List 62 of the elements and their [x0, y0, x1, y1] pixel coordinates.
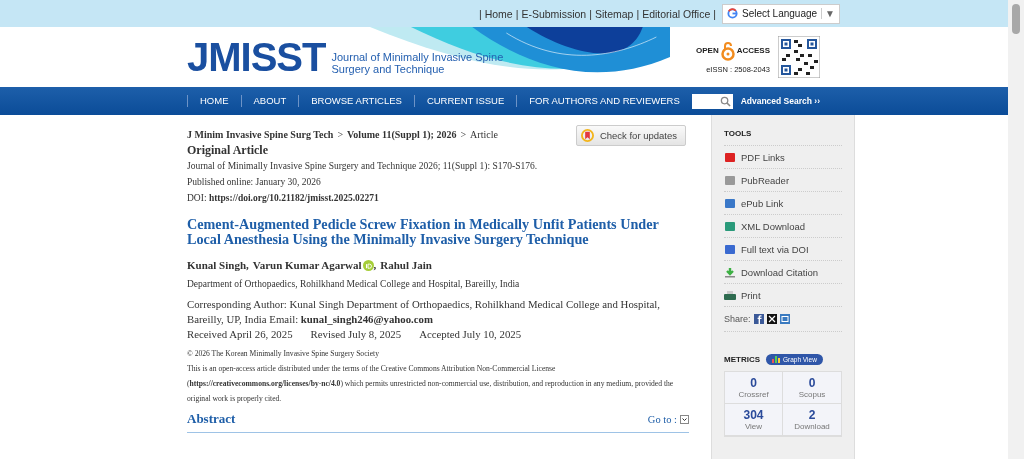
nav-item[interactable]: HOME [187, 95, 241, 107]
breadcrumb-link[interactable]: Article [470, 129, 498, 140]
separator: | [713, 7, 716, 20]
top-link[interactable]: Editorial Office [642, 7, 711, 20]
journal-logo[interactable]: JMISST [187, 37, 326, 77]
metric-label: Scopus [798, 390, 826, 399]
top-link[interactable]: Sitemap [594, 7, 634, 20]
nav-item[interactable]: CURRENT ISSUE [413, 95, 517, 107]
breadcrumb-link[interactable]: Volume 11(Suppl 1); 2026 [347, 129, 457, 140]
tool-link[interactable]: PDF Links [724, 146, 842, 169]
breadcrumb-link[interactable]: J Minim Invasive Spine Surg Tech [187, 129, 334, 140]
article-date: Accepted July 10, 2025 [419, 327, 522, 342]
corresponding-author: Corresponding Author: Kunal Singh Department of Orthopaedics, Rohilkhand Medical College and Hospital, Bareilly, UP, India Email: kunal_singh246@yahoo.com [187, 297, 661, 327]
separator: | [589, 7, 592, 20]
author-name[interactable]: Rahul Jain [380, 259, 432, 271]
top-link[interactable]: Home [484, 7, 513, 20]
tool-link[interactable]: PubReader [724, 169, 842, 192]
open-access-label: OPEN [696, 46, 719, 55]
advanced-search-link[interactable]: Advanced Search ›› [740, 96, 820, 106]
separator: | [636, 7, 640, 20]
access-label: ACCESS [736, 46, 770, 55]
separator: | [478, 7, 482, 20]
article-date: Revised July 8, 2025 [310, 327, 402, 342]
separator: | [515, 7, 519, 20]
doi-label: DOI: [187, 193, 207, 203]
article-type: Original Article [187, 143, 269, 158]
metric-value: 304 [743, 408, 764, 422]
tool-link[interactable]: XML Download [724, 215, 842, 238]
author-name[interactable]: Varun Kumar Agarwal [252, 259, 362, 271]
author-separator: , [373, 259, 377, 271]
citation: Journal of Minimally Invasive Spine Surgery and Technique 2026; 11(Suppl 1): S170-S176. [187, 160, 539, 173]
tool-link[interactable]: Download Citation [724, 261, 842, 284]
tool-link[interactable]: Print [724, 284, 842, 307]
nav-item[interactable]: ABOUT [240, 95, 299, 107]
author-separator: , [246, 259, 249, 271]
tools-heading: TOOLS [724, 129, 842, 146]
metric-label: Download [794, 422, 830, 431]
article-date: Received April 26, 2025 [187, 327, 293, 342]
breadcrumb-separator: > [337, 129, 344, 140]
section-heading: Abstract [187, 411, 236, 427]
share-label: Share: [724, 314, 751, 324]
check-for-updates-button[interactable]: Check for updates [575, 125, 686, 146]
tool-link[interactable]: Full text via DOI [724, 238, 842, 261]
metric-value: 0 [750, 376, 757, 390]
nav-item[interactable]: FOR AUTHORS AND REVIEWERS [516, 95, 692, 107]
metrics-heading: METRICS [724, 355, 760, 364]
language-select[interactable]: Select Language ▼ [722, 3, 840, 24]
metric-value: 0 [808, 376, 816, 390]
doi-link[interactable]: https://doi.org/10.21182/jmisst.2025.02271 [208, 193, 379, 203]
language-label: Select Language [742, 8, 818, 19]
affiliation: Department of Orthopaedics, Rohilkhand Medical College and Hospital, Bareilly, India [187, 279, 521, 289]
published-date: Published online: January 30, 2026 [187, 176, 322, 189]
tool-link[interactable]: ePub Link [724, 192, 842, 215]
metric-label: Crossref [738, 390, 769, 399]
metric-label: View [744, 422, 763, 431]
breadcrumb-separator: > [460, 129, 467, 140]
article-title: Cement-Augmented Pedicle Screw Fixation in Medically Unfit Patients Under Local Anesthesia Using the Minimally Invasive Surgery Technique [187, 217, 660, 247]
nav-item[interactable]: BROWSE ARTICLES [298, 95, 414, 107]
top-link[interactable]: E-Submission [521, 7, 587, 20]
go-to-menu[interactable]: Go to : [647, 413, 689, 425]
metric-value: 2 [808, 408, 816, 422]
author-name[interactable]: Kunal Singh [187, 259, 246, 271]
